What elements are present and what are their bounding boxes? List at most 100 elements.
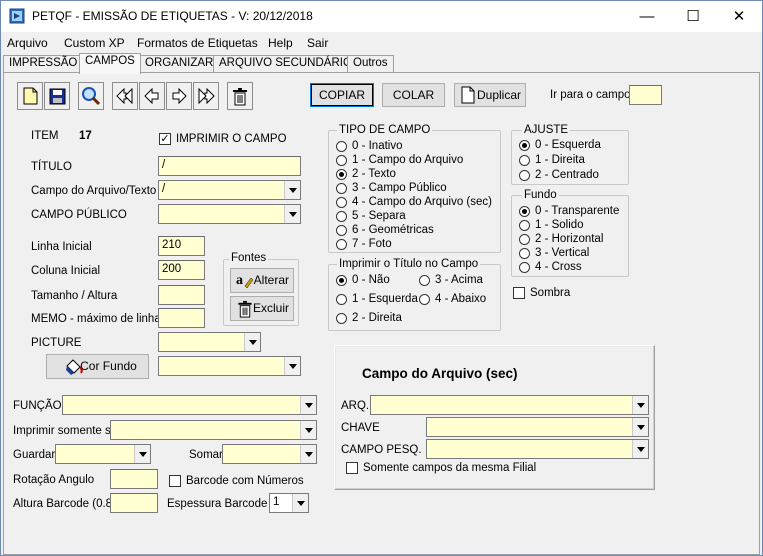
fundo-option-0[interactable]: 0 - Transparente (519, 205, 619, 217)
memo-input[interactable] (158, 308, 205, 328)
linha-inicial-input[interactable]: 210 (158, 236, 205, 256)
campo-publico-select[interactable] (158, 204, 301, 224)
picture-select[interactable] (158, 332, 261, 352)
imprimir-se-label: Imprimir somente se (13, 425, 118, 437)
imprimir-campo-label: IMPRIMIR O CAMPO (176, 133, 287, 145)
rotacao-input[interactable] (110, 469, 158, 489)
arq-select[interactable] (370, 395, 649, 415)
somar-select[interactable] (222, 444, 317, 464)
coluna-inicial-label: Coluna Inicial (31, 265, 101, 277)
save-button[interactable] (44, 82, 70, 110)
tipo-campo-option-3[interactable]: 3 - Campo Público (336, 182, 447, 194)
chave-select[interactable] (426, 417, 649, 437)
tipo-campo-option-5[interactable]: 5 - Separa (336, 210, 406, 222)
radio-circle (336, 140, 347, 152)
prev-button[interactable] (139, 82, 165, 110)
colar-button[interactable]: COLAR (382, 83, 445, 107)
first-icon (116, 88, 133, 104)
tipo-campo-option-1[interactable]: 1 - Campo do Arquivo (336, 154, 463, 166)
search-button[interactable] (78, 82, 104, 110)
ajuste-option-2[interactable]: 2 - Centrado (519, 169, 599, 181)
imprimir-se-select[interactable] (110, 420, 317, 440)
radio-circle (519, 205, 530, 217)
tamanho-label: Tamanho / Altura (31, 290, 118, 302)
imprimir-titulo-option-label: 4 - Abaixo (435, 293, 487, 305)
menu-custom-xp[interactable]: Custom XP (64, 36, 125, 50)
tab-organizar[interactable]: ORGANIZAR (139, 55, 220, 73)
barcode-numeros-checkbox[interactable]: Barcode com Números (169, 475, 304, 487)
menu-formatos[interactable]: Formatos de Etiquetas (137, 36, 258, 50)
mesma-filial-label: Somente campos da mesma Filial (363, 462, 537, 474)
menu-sair[interactable]: Sair (307, 36, 328, 50)
fundo-option-4[interactable]: 4 - Cross (519, 261, 582, 273)
title-bar: PETQF - EMISSÃO DE ETIQUETAS - V: 20/12/… (1, 1, 762, 32)
copiar-button[interactable]: COPIAR (310, 83, 374, 107)
cor-fundo-select[interactable] (158, 356, 301, 376)
tipo-campo-option-label: 3 - Campo Público (352, 182, 447, 194)
campo-arquivo-select[interactable]: / (158, 180, 301, 200)
excluir-fonte-button[interactable]: Excluir (230, 296, 294, 321)
chevron-down-icon (300, 421, 316, 439)
fundo-option-2[interactable]: 2 - Horizontal (519, 233, 603, 245)
minimize-button[interactable]: — (624, 1, 670, 32)
chevron-down-icon (284, 181, 300, 199)
guardar-select[interactable] (55, 444, 151, 464)
funcao-select[interactable] (62, 395, 317, 415)
campo-pesq-select[interactable] (426, 439, 649, 459)
tamanho-input[interactable] (158, 285, 205, 305)
checkbox-box (169, 475, 181, 487)
new-button[interactable] (17, 82, 43, 110)
excluir-label: Excluir (252, 301, 289, 315)
app-icon (9, 8, 25, 24)
menu-arquivo[interactable]: Arquivo (7, 36, 48, 50)
imprimir-titulo-option-4[interactable]: 4 - Abaixo (419, 293, 486, 305)
tipo-campo-option-0[interactable]: 0 - Inativo (336, 140, 403, 152)
radio-circle (419, 293, 430, 305)
tipo-campo-option-4[interactable]: 4 - Campo do Arquivo (sec) (336, 196, 492, 208)
mesma-filial-checkbox[interactable]: Somente campos da mesma Filial (346, 462, 536, 474)
fundo-option-3[interactable]: 3 - Vertical (519, 247, 589, 259)
ajuste-option-0[interactable]: 0 - Esquerda (519, 139, 601, 151)
ajuste-option-label: 2 - Centrado (535, 169, 599, 181)
ajuste-option-1[interactable]: 1 - Direita (519, 154, 585, 166)
ir-para-input[interactable] (629, 85, 662, 105)
funcao-label: FUNÇÃO (13, 400, 62, 412)
app-window: PETQF - EMISSÃO DE ETIQUETAS - V: 20/12/… (0, 0, 763, 556)
tab-outros[interactable]: Outros (347, 55, 394, 73)
imprimir-titulo-title: Imprimir o Título no Campo (337, 258, 481, 270)
imprimir-titulo-option-3[interactable]: 3 - Acima (419, 274, 483, 286)
tipo-campo-title: TIPO DE CAMPO (337, 124, 433, 136)
espessura-select[interactable]: 1 (269, 493, 309, 513)
imprimir-titulo-option-label: 2 - Direita (352, 312, 402, 324)
imprimir-titulo-option-1[interactable]: 1 - Esquerda (336, 293, 418, 305)
cor-fundo-button[interactable]: Cor Fundo (46, 354, 149, 379)
imprimir-titulo-option-0[interactable]: 0 - Não (336, 274, 390, 286)
close-button[interactable]: ✕ (716, 1, 762, 32)
coluna-inicial-input[interactable]: 200 (158, 260, 205, 280)
trash-icon (238, 300, 252, 318)
tab-impressao[interactable]: IMPRESSÃO (3, 55, 84, 73)
tipo-campo-option-7[interactable]: 7 - Foto (336, 238, 392, 250)
tipo-campo-option-2[interactable]: 2 - Texto (336, 168, 396, 180)
duplicar-button[interactable]: Duplicar (454, 83, 526, 107)
imprimir-titulo-option-2[interactable]: 2 - Direita (336, 312, 402, 324)
menu-help[interactable]: Help (268, 36, 293, 50)
maximize-button[interactable]: ☐ (670, 1, 716, 32)
sombra-label: Sombra (530, 287, 571, 299)
cor-fundo-label: Cor Fundo (80, 359, 137, 373)
imprimir-campo-checkbox[interactable]: ✓ IMPRIMIR O CAMPO (159, 133, 287, 145)
delete-button[interactable] (227, 82, 253, 110)
next-button[interactable] (166, 82, 192, 110)
altura-barcode-input[interactable] (110, 493, 158, 513)
fundo-option-label: 1 - Solido (535, 219, 584, 231)
first-button[interactable] (112, 82, 138, 110)
last-button[interactable] (193, 82, 219, 110)
alterar-fonte-button[interactable]: a Alterar (230, 268, 294, 293)
titulo-input[interactable]: / (158, 156, 301, 176)
sombra-checkbox[interactable]: Sombra (513, 287, 570, 299)
fundo-option-1[interactable]: 1 - Solido (519, 219, 584, 231)
tipo-campo-option-6[interactable]: 6 - Geométricas (336, 224, 434, 236)
next-icon (172, 88, 187, 104)
tab-arquivo-secundario[interactable]: ARQUIVO SECUNDÁRIO (213, 55, 358, 73)
tab-campos[interactable]: CAMPOS (79, 53, 141, 74)
